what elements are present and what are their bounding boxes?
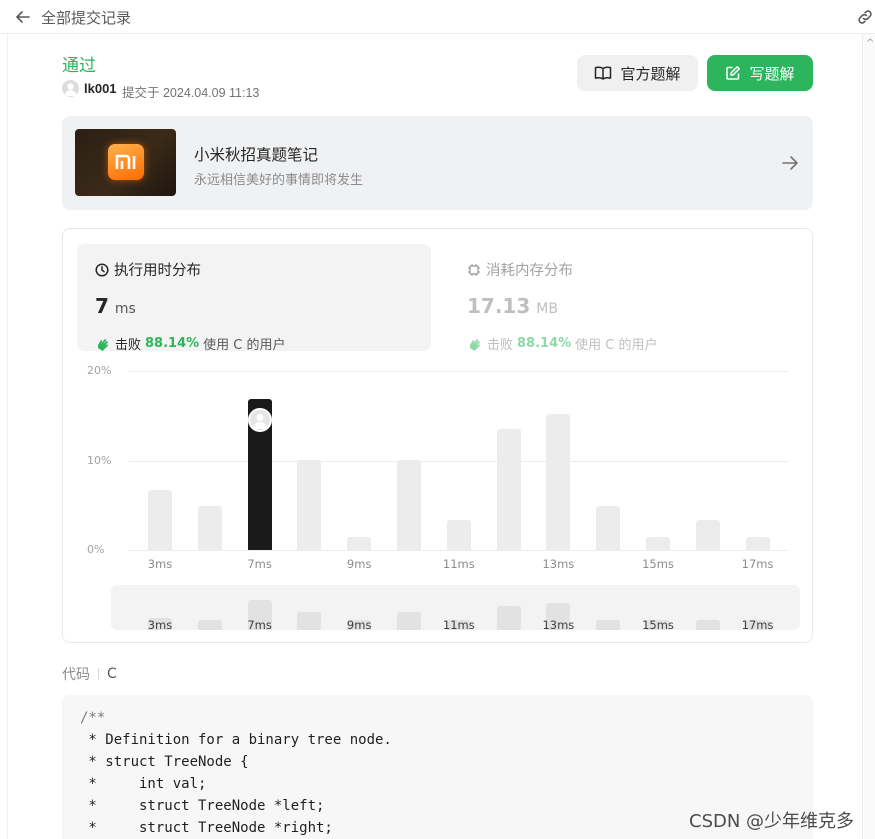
beats-suffix: 使用 C 的用户 [203,338,286,353]
grid-line [129,371,788,372]
y-tick-label: 10% [87,453,112,467]
banner-title: 小米秋招真题笔记 [194,146,319,164]
beats-prefix: 击败 [115,338,142,353]
official-solution-button[interactable]: 官方题解 [577,55,698,91]
memory-value: 17.13 [467,294,531,318]
edge-caret-icon: ^ [866,38,875,49]
brush-label: 7ms [247,618,272,632]
brush-bar [297,611,322,630]
code-line: * struct TreeNode { [80,754,249,770]
chart-bar-12ms[interactable] [496,429,521,550]
user-name[interactable]: lk001 [84,81,117,96]
code-line: * struct TreeNode *left; [80,798,325,814]
chart-bar-8ms[interactable] [297,459,322,550]
x-tick-label: 17ms [741,557,774,571]
chart-bar-17ms[interactable] [745,536,770,550]
brush-bar [596,620,621,630]
brush-label: 11ms [442,618,475,632]
submission-status: 通过 [62,56,96,75]
runtime-tab-label: 执行用时分布 [114,263,201,279]
official-solution-label: 官方题解 [620,64,681,83]
brush-label: 3ms [147,618,173,632]
chart-bar-15ms[interactable] [646,536,670,550]
banner-subtitle: 永远相信美好的事情即将发生 [194,173,364,188]
code-line: * Definition for a binary tree node. [80,732,392,748]
arrow-right-icon [782,156,798,170]
brush-bar [496,605,521,630]
chart-bar-11ms[interactable] [446,519,471,550]
code-line: /** [80,710,106,726]
book-icon [595,66,612,80]
submitted-time: 提交于 2024.04.09 11:13 [122,86,260,100]
code-line: * struct TreeNode *right; [80,820,333,836]
runtime-value: 7 [95,294,109,318]
y-tick-label: 0% [87,543,105,556]
brush-bar [397,611,421,630]
code-line: * int val; [80,776,207,792]
chart-bar-14ms[interactable] [596,506,621,550]
clock-icon [95,262,109,277]
clap-icon [98,338,109,351]
x-tick-label: 9ms [346,557,372,571]
watermark: CSDN @少年维克多 [689,811,855,832]
beats-prefix: 击败 [487,338,514,353]
grid-line [129,550,788,551]
chart-bar-9ms[interactable] [347,536,372,550]
x-tick-label: 15ms [642,557,674,571]
chart-bar-10ms[interactable] [397,459,421,550]
write-solution-button[interactable]: 写题解 [707,55,813,91]
grid-line [129,460,788,462]
brush-label: 13ms [542,618,575,632]
user-avatar[interactable] [62,80,79,97]
brush-bar [197,620,222,630]
write-solution-label: 写题解 [749,64,795,83]
code-language: C [107,666,117,682]
chart-bar-4ms[interactable] [197,506,222,550]
y-tick-label: 20% [87,364,112,377]
chart-bar-3ms[interactable] [148,490,172,550]
brush-label: 15ms [642,618,674,632]
runtime-unit: ms [114,301,136,317]
x-tick-label: 7ms [247,557,272,571]
beats-percent: 88.14% [145,336,200,351]
left-panel-edge [0,34,8,839]
xiaomi-logo-icon [108,144,144,180]
performance-card: 执行用时分布 7 ms 击败 88.14% 使用 C 的用户 消耗内存分布 17… [62,228,813,643]
user-position-avatar [247,407,272,432]
edit-icon [726,66,741,80]
right-panel-edge[interactable] [862,34,875,839]
memory-tab-label: 消耗内存分布 [486,263,573,279]
link-icon[interactable] [855,7,875,27]
tab-memory-distribution[interactable]: 消耗内存分布 17.13 MB 击败 88.14% 使用 C 的用户 [449,244,803,353]
tab-runtime-distribution[interactable]: 执行用时分布 7 ms 击败 88.14% 使用 C 的用户 [77,244,431,353]
x-tick-label: 3ms [147,557,173,571]
banner-thumbnail [75,129,176,196]
chart-bar-13ms[interactable] [546,413,571,550]
brush-label: 17ms [741,618,774,632]
chip-icon [468,263,480,276]
top-bar: 全部提交记录 [0,0,875,34]
code-header: 代码 C [62,664,117,684]
x-tick-label: 13ms [542,557,575,571]
arrow-left-icon[interactable] [14,8,32,26]
brush-bar [695,620,720,630]
study-plan-banner[interactable]: 小米秋招真题笔记 永远相信美好的事情即将发生 [62,116,813,210]
divider [98,668,99,680]
x-tick-label: 11ms [442,557,475,571]
all-submissions-link[interactable]: 全部提交记录 [41,7,131,28]
chart-range-brush[interactable]: 3ms 7ms 9ms 11ms 13ms 15ms 17ms [111,585,800,632]
brush-label: 9ms [346,618,372,632]
beats-suffix: 使用 C 的用户 [575,338,658,353]
clap-icon [470,338,481,351]
memory-unit: MB [536,301,558,317]
beats-percent: 88.14% [517,336,572,351]
code-label: 代码 [62,667,90,683]
chart-bar-16ms[interactable] [695,519,720,550]
